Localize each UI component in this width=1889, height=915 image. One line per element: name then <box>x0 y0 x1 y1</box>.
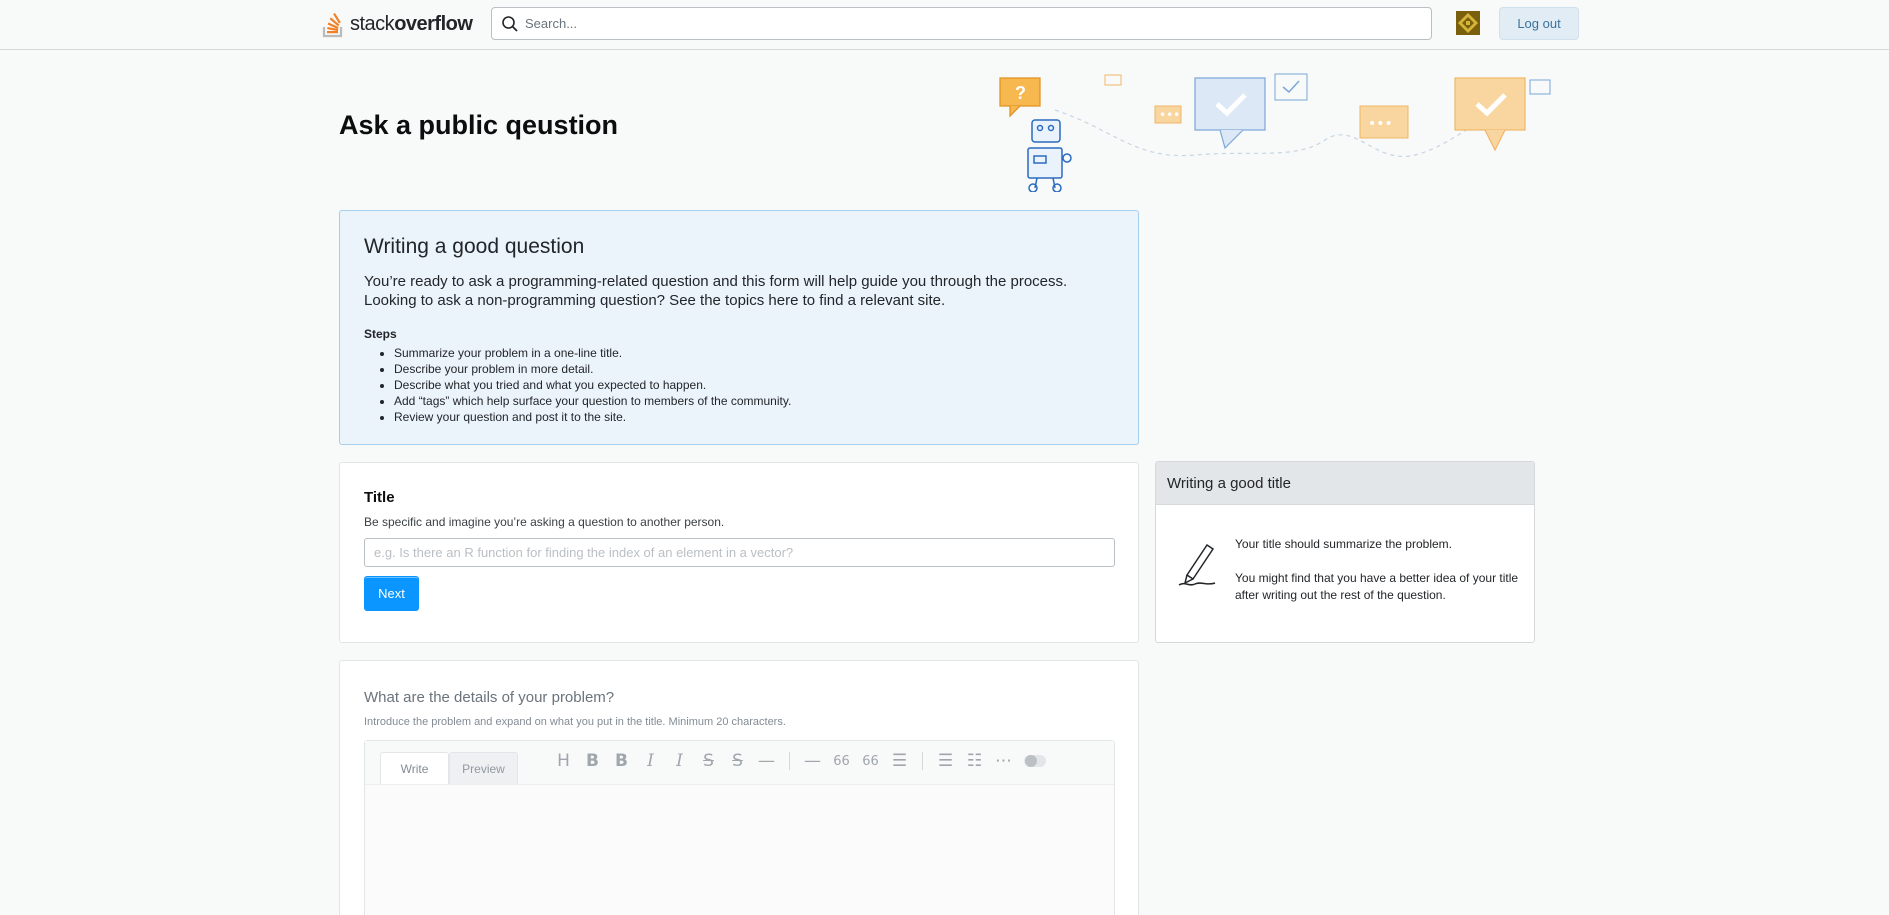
bullet-list-alt-icon[interactable]: ☰ <box>931 751 960 771</box>
search-input[interactable] <box>525 16 1405 31</box>
details-editor[interactable]: Write Preview H B B I I S S — — 66 66 ☰ … <box>364 740 1115 915</box>
avatar-identicon-icon <box>1456 11 1480 35</box>
tab-preview[interactable]: Preview <box>449 752 518 784</box>
info-line-2: Looking to ask a non-programming questio… <box>364 292 946 309</box>
bold-icon[interactable]: B <box>578 751 607 771</box>
details-description: Introduce the problem and expand on what… <box>364 716 786 728</box>
side-panel-para-2: You might find that you have a better id… <box>1235 571 1519 602</box>
search-box[interactable] <box>491 7 1432 40</box>
more-icon[interactable]: ⋯ <box>989 751 1018 771</box>
strikethrough-alt-icon[interactable]: S <box>723 751 752 771</box>
title-section: Title Be specific and imagine you’re ask… <box>339 462 1139 643</box>
list-item: Review your question and post it to the … <box>394 409 1114 425</box>
logo-text: stackoverflow <box>350 12 473 36</box>
heading-icon[interactable]: H <box>549 751 578 771</box>
stackoverflow-logo[interactable]: stackoverflow <box>322 8 473 40</box>
info-heading: Writing a good question <box>364 235 585 258</box>
avatar[interactable] <box>1456 11 1480 35</box>
italic-alt-icon[interactable]: I <box>665 751 694 771</box>
steps-label: Steps <box>364 327 397 341</box>
preview-toggle[interactable] <box>1024 755 1046 767</box>
editor-toolbar: Write Preview H B B I I S S — — 66 66 ☰ … <box>365 741 1114 785</box>
strikethrough-icon[interactable]: S <box>694 751 723 771</box>
tab-write[interactable]: Write <box>380 752 449 784</box>
side-panel-text: Your title should summarize the problem.… <box>1235 536 1530 604</box>
list-item: Add “tags” which help surface your quest… <box>394 393 1114 409</box>
quote-alt-icon[interactable]: 66 <box>856 754 885 769</box>
bullet-list-icon[interactable]: ☰ <box>885 751 914 771</box>
list-item: Summarize your problem in a one-line tit… <box>394 345 1114 361</box>
info-line-1: You’re ready to ask a programming-relate… <box>364 273 1068 290</box>
writing-good-title-panel: Writing a good title Your title should s… <box>1155 461 1535 643</box>
list-item: Describe what you tried and what you exp… <box>394 377 1114 393</box>
title-label: Title <box>364 489 395 506</box>
details-label: What are the details of your problem? <box>364 689 615 706</box>
italic-icon[interactable]: I <box>636 751 665 771</box>
svg-text:•••: ••• <box>1368 116 1393 132</box>
steps-list: Summarize your problem in a one-line tit… <box>394 345 1114 425</box>
details-section: What are the details of your problem? In… <box>339 660 1139 915</box>
title-description: Be specific and imagine you’re asking a … <box>364 515 725 529</box>
toolbar-divider <box>922 752 923 770</box>
next-button[interactable]: Next <box>364 576 419 611</box>
logout-button[interactable]: Log out <box>1499 7 1579 40</box>
format-tools: H B B I I S S — — 66 66 ☰ ☰ ☷ ⋯ <box>549 751 1046 771</box>
side-panel-heading: Writing a good title <box>1156 462 1534 505</box>
numbered-list-icon[interactable]: ☷ <box>960 751 989 771</box>
page-title: Ask a public qeustion <box>339 110 619 140</box>
search-icon <box>502 15 518 32</box>
side-panel-para-1: Your title should summarize the problem. <box>1235 537 1452 551</box>
hero-illustration: ? ••• ••• <box>995 70 1555 192</box>
svg-text:?: ? <box>1015 83 1026 103</box>
svg-text:•••: ••• <box>1159 108 1180 122</box>
writing-good-question-info: Writing a good question You’re ready to … <box>339 210 1139 445</box>
stackoverflow-logo-icon <box>322 13 343 38</box>
logo-text-bold: overflow <box>394 12 473 35</box>
rule-icon[interactable]: — <box>798 751 827 771</box>
title-input[interactable] <box>364 538 1115 567</box>
pencil-icon <box>1178 543 1216 586</box>
quote-icon[interactable]: 66 <box>827 754 856 769</box>
side-panel-body: Your title should summarize the problem.… <box>1156 505 1534 642</box>
bold-alt-icon[interactable]: B <box>607 751 636 771</box>
top-bar: stackoverflow Log out <box>0 0 1889 50</box>
logo-text-light: stack <box>350 12 395 35</box>
toolbar-divider <box>789 752 790 770</box>
list-item: Describe your problem in more detail. <box>394 361 1114 377</box>
horizontal-rule-icon[interactable]: — <box>752 751 781 771</box>
